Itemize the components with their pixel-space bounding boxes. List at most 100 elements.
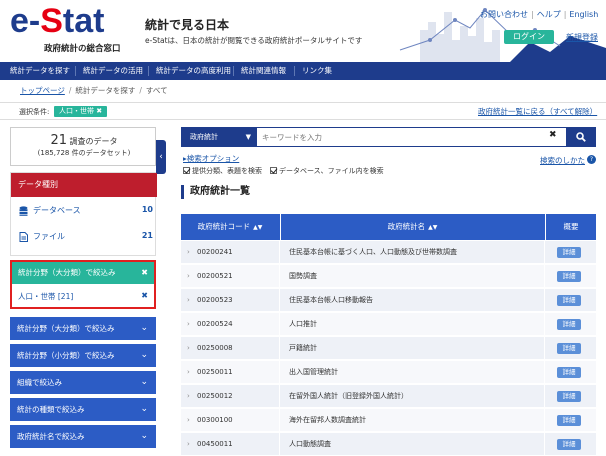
file-count: 21: [141, 231, 153, 240]
stat-code[interactable]: 00250008: [197, 337, 233, 360]
login-button[interactable]: ログイン: [504, 30, 554, 44]
checkbox-title-search[interactable]: 提供分類、表題を検索: [183, 166, 262, 176]
search-button[interactable]: [566, 128, 596, 146]
result-count-box: 21 調査のデータ (185,728 件のデータセット): [10, 127, 156, 166]
data-type-database[interactable]: データベース 10: [19, 205, 153, 219]
stat-code[interactable]: 00200524: [197, 313, 233, 336]
expand-icon[interactable]: ›: [187, 409, 190, 432]
breadcrumb: トップページ / 統計データを探す / すべて: [20, 86, 168, 95]
breadcrumb-search[interactable]: 統計データを探す: [75, 86, 135, 95]
facet-stat-name[interactable]: 政府統計名で絞込み ⌄: [10, 425, 156, 448]
breadcrumb-current: すべて: [145, 86, 168, 95]
register-link[interactable]: 新規登録: [566, 32, 598, 43]
stat-name[interactable]: 住民基本台帳人口移動報告: [289, 289, 373, 312]
nav-item-related[interactable]: 統計関連情報: [241, 62, 286, 80]
table-row: › 00450011 人口動態調査 詳細: [181, 433, 596, 456]
facet-major-category[interactable]: 統計分野（大分類）で絞込み ⌄: [10, 317, 156, 340]
site-title: 統計で見る日本: [145, 18, 230, 32]
back-to-list-link[interactable]: 政府統計一覧に戻る（すべて解除）: [478, 106, 597, 117]
close-icon[interactable]: ✖: [141, 262, 148, 284]
expand-icon[interactable]: ›: [187, 337, 190, 360]
stat-code[interactable]: 00200523: [197, 289, 233, 312]
expand-icon[interactable]: ›: [187, 385, 190, 408]
chevron-left-icon: ‹: [159, 152, 163, 162]
table-row: › 00250012 在留外国人統計（旧登録外国人統計） 詳細: [181, 385, 596, 408]
search-icon: [576, 131, 586, 142]
stat-name[interactable]: 在留外国人統計（旧登録外国人統計）: [289, 385, 408, 408]
clear-icon[interactable]: ✖: [549, 130, 557, 140]
nav-item-search[interactable]: 統計データを探す: [10, 62, 70, 80]
stat-name[interactable]: 住民基本台帳に基づく人口、人口動態及び世帯数調査: [289, 241, 457, 264]
database-icon: [19, 205, 28, 216]
checkbox-content-search[interactable]: データベース、ファイル内を検索: [270, 166, 384, 176]
header-code[interactable]: 政府統計コード ▲▼: [181, 214, 279, 240]
stat-code[interactable]: 00300100: [197, 409, 233, 432]
table-row: › 00250011 出入国管理統計 詳細: [181, 361, 596, 384]
stat-code[interactable]: 00250012: [197, 385, 233, 408]
detail-button[interactable]: 詳細: [557, 271, 581, 282]
data-type-file[interactable]: ファイル 21: [19, 231, 153, 245]
stat-name[interactable]: 出入国管理統計: [289, 361, 338, 384]
stat-name[interactable]: 戸籍統計: [289, 337, 317, 360]
search-bar: 政府統計▼ ✖: [181, 127, 596, 147]
facet-organization[interactable]: 組織で絞込み ⌄: [10, 371, 156, 394]
help-icon[interactable]: ?: [587, 155, 596, 164]
search-help-link[interactable]: 検索のしかた: [540, 155, 585, 166]
detail-button[interactable]: 詳細: [557, 319, 581, 330]
data-type-panel: データ種別 データベース 10 ファイル 21: [10, 172, 157, 256]
condition-tag[interactable]: 人口・世帯 ✖: [54, 106, 108, 117]
checkbox-icon: [270, 167, 277, 174]
site-header: e-Stat 政府統計の総合窓口 統計で見る日本 e-Statは、日本の統計が閲…: [0, 0, 606, 62]
nav-item-usage[interactable]: 統計データの活用: [83, 62, 143, 80]
table-header: 政府統計コード ▲▼ 政府統計名 ▲▼ 概要: [181, 214, 596, 240]
stat-name[interactable]: 人口動態調査: [289, 433, 331, 456]
data-type-header: データ種別: [11, 173, 157, 197]
detail-button[interactable]: 詳細: [557, 415, 581, 426]
search-input[interactable]: [262, 129, 542, 145]
help-link[interactable]: ヘルプ: [537, 10, 561, 19]
active-filter-item[interactable]: 人口・世帯 [21]: [18, 291, 73, 302]
stat-code[interactable]: 00450011: [197, 433, 233, 456]
table-row: › 00200523 住民基本台帳人口移動報告 詳細: [181, 289, 596, 312]
chevron-down-icon: ⌄: [140, 431, 148, 441]
remove-filter-icon[interactable]: ✖: [141, 291, 148, 300]
nav-item-links[interactable]: リンク集: [302, 62, 332, 80]
chevron-down-icon: ⌄: [140, 350, 148, 360]
expand-icon[interactable]: ›: [187, 361, 190, 384]
stat-name[interactable]: 海外在留邦人数調査統計: [289, 409, 366, 432]
nav-item-advanced[interactable]: 統計データの高度利用: [156, 62, 231, 80]
result-count-unit: 調査のデータ: [69, 137, 118, 146]
checkbox-icon: [183, 167, 190, 174]
expand-icon[interactable]: ›: [187, 265, 190, 288]
search-options-link[interactable]: ▸検索オプション: [183, 153, 239, 164]
english-link[interactable]: English: [569, 10, 598, 19]
search-scope-select[interactable]: 政府統計 ▼: [182, 128, 257, 146]
stat-name[interactable]: 人口推計: [289, 313, 317, 336]
stat-code[interactable]: 00200241: [197, 241, 233, 264]
stat-code[interactable]: 00250011: [197, 361, 233, 384]
active-filter-header: 統計分野（大分類）で絞込み ✖: [12, 262, 154, 284]
breadcrumb-top[interactable]: トップページ: [20, 86, 65, 95]
result-count: 21: [50, 133, 67, 148]
expand-icon[interactable]: ›: [187, 241, 190, 264]
expand-icon[interactable]: ›: [187, 433, 190, 456]
stat-code[interactable]: 00200521: [197, 265, 233, 288]
detail-button[interactable]: 詳細: [557, 247, 581, 258]
detail-button[interactable]: 詳細: [557, 391, 581, 402]
facet-minor-category[interactable]: 統計分野（小分類）で絞込み ⌄: [10, 344, 156, 367]
detail-button[interactable]: 詳細: [557, 295, 581, 306]
contact-link[interactable]: お問い合わせ: [480, 10, 528, 19]
detail-button[interactable]: 詳細: [557, 439, 581, 450]
facet-stat-type[interactable]: 統計の種類で絞込み ⌄: [10, 398, 156, 421]
expand-icon[interactable]: ›: [187, 313, 190, 336]
expand-icon[interactable]: ›: [187, 289, 190, 312]
detail-button[interactable]: 詳細: [557, 367, 581, 378]
main-nav: 統計データを探す 統計データの活用 統計データの高度利用 統計関連情報 リンク集: [0, 62, 606, 80]
collapse-sidebar-button[interactable]: ‹: [156, 140, 166, 174]
header-name[interactable]: 政府統計名 ▲▼: [280, 214, 544, 240]
estat-logo[interactable]: e-Stat: [10, 4, 104, 38]
stat-name[interactable]: 国勢調査: [289, 265, 317, 288]
file-icon: [19, 231, 28, 242]
detail-button[interactable]: 詳細: [557, 343, 581, 354]
table-row: › 00200241 住民基本台帳に基づく人口、人口動態及び世帯数調査 詳細: [181, 241, 596, 264]
